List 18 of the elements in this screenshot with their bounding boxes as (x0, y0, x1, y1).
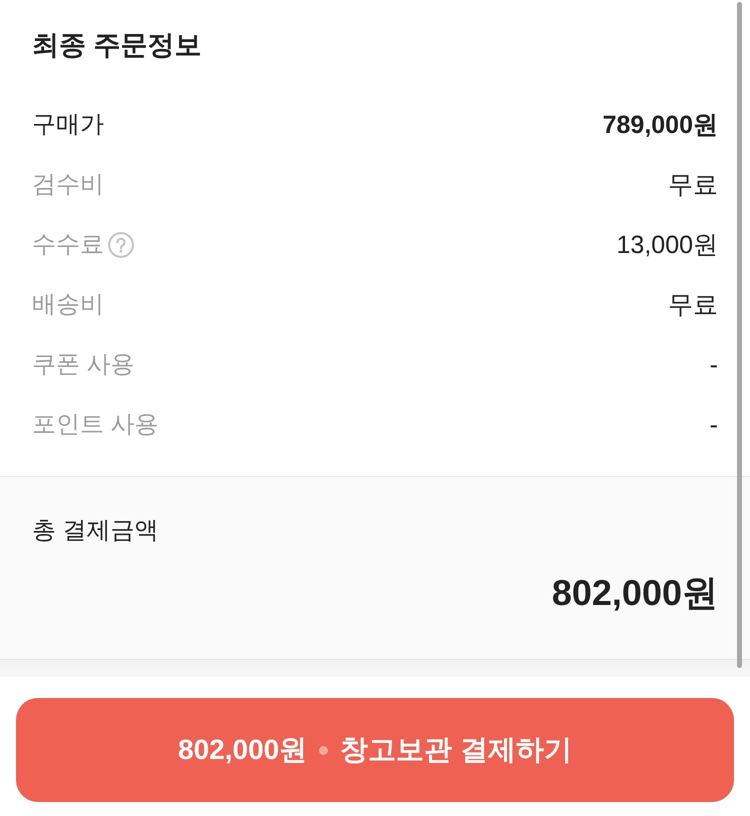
row-label: 포인트 사용 (32, 410, 159, 440)
help-icon[interactable] (108, 232, 134, 258)
row-value: 789,000원 (602, 110, 718, 141)
row-value: 무료 (668, 170, 718, 201)
row-label: 수수료 (32, 230, 104, 260)
section-title: 최종 주문정보 (32, 29, 203, 62)
row-label: 검수비 (32, 170, 104, 200)
row-label: 쿠폰 사용 (32, 350, 135, 380)
row-value: 13,000원 (616, 230, 718, 261)
row-label: 배송비 (32, 290, 104, 320)
row-label: 구매가 (32, 110, 104, 140)
row-value: 무료 (668, 290, 718, 321)
separator-dot-icon (319, 746, 328, 754)
row-value: - (710, 410, 718, 441)
total-amount: 802,000원 (550, 571, 718, 615)
total-label: 총 결제금액 (32, 516, 160, 546)
pay-button[interactable]: 802,000원 창고보관 결제하기 (16, 698, 734, 802)
row-value: - (710, 350, 718, 381)
